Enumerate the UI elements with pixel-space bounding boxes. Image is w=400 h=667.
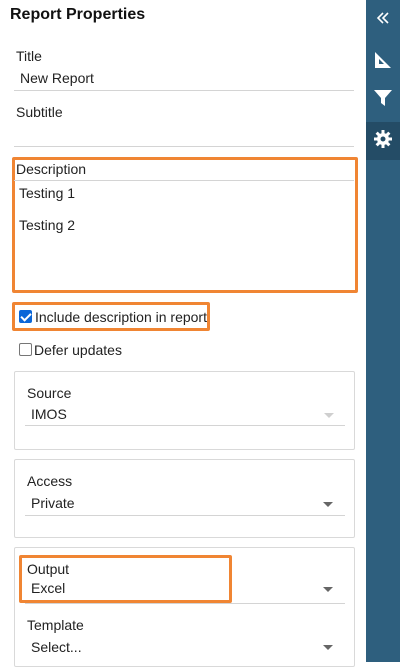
source-underline [25, 425, 345, 426]
access-label: Access [27, 473, 73, 489]
subtitle-label: Subtitle [16, 104, 63, 120]
template-label: Template [27, 617, 84, 633]
output-label: Output [27, 561, 70, 577]
output-value: Excel [31, 580, 66, 596]
access-underline [25, 515, 345, 516]
title-input[interactable]: New Report [20, 70, 94, 86]
description-line-2: Testing 2 [19, 217, 76, 233]
subtitle-underline [14, 146, 354, 147]
collapse-panel-button[interactable] [366, 2, 400, 38]
include-description-label[interactable]: Include description in report [35, 309, 207, 325]
output-underline [25, 603, 345, 604]
title-underline [14, 90, 354, 91]
panel-title: Report Properties [10, 6, 146, 23]
template-select[interactable]: Select... [25, 635, 345, 657]
report-properties-panel: Report Properties Title New Report Subti… [0, 0, 366, 667]
source-value: IMOS [31, 406, 67, 422]
settings-button[interactable] [366, 122, 400, 160]
ruler-triangle-icon [373, 50, 393, 75]
chevron-down-icon [324, 413, 334, 418]
source-select[interactable]: IMOS [25, 403, 345, 425]
filter-icon [373, 88, 393, 113]
description-line-1: Testing 1 [19, 185, 76, 201]
gear-icon [373, 129, 393, 154]
template-value: Select... [31, 639, 82, 655]
chevron-down-icon [323, 502, 333, 507]
description-textarea[interactable]: Testing 1 Testing 2 [16, 180, 352, 288]
description-label: Description [16, 161, 87, 177]
defer-updates-label[interactable]: Defer updates [34, 342, 122, 358]
chevron-down-icon [323, 645, 333, 650]
ruler-button[interactable] [366, 44, 400, 80]
chevron-down-icon [323, 587, 333, 592]
filter-button[interactable] [366, 82, 400, 118]
source-label: Source [27, 385, 72, 401]
defer-updates-checkbox[interactable] [19, 343, 32, 356]
title-label: Title [16, 48, 42, 64]
double-chevron-left-icon [376, 11, 390, 30]
right-sidebar [366, 0, 400, 662]
access-value: Private [31, 495, 75, 511]
output-select[interactable]: Excel [25, 577, 345, 601]
access-select[interactable]: Private [25, 491, 345, 515]
include-description-checkbox[interactable] [19, 310, 32, 323]
